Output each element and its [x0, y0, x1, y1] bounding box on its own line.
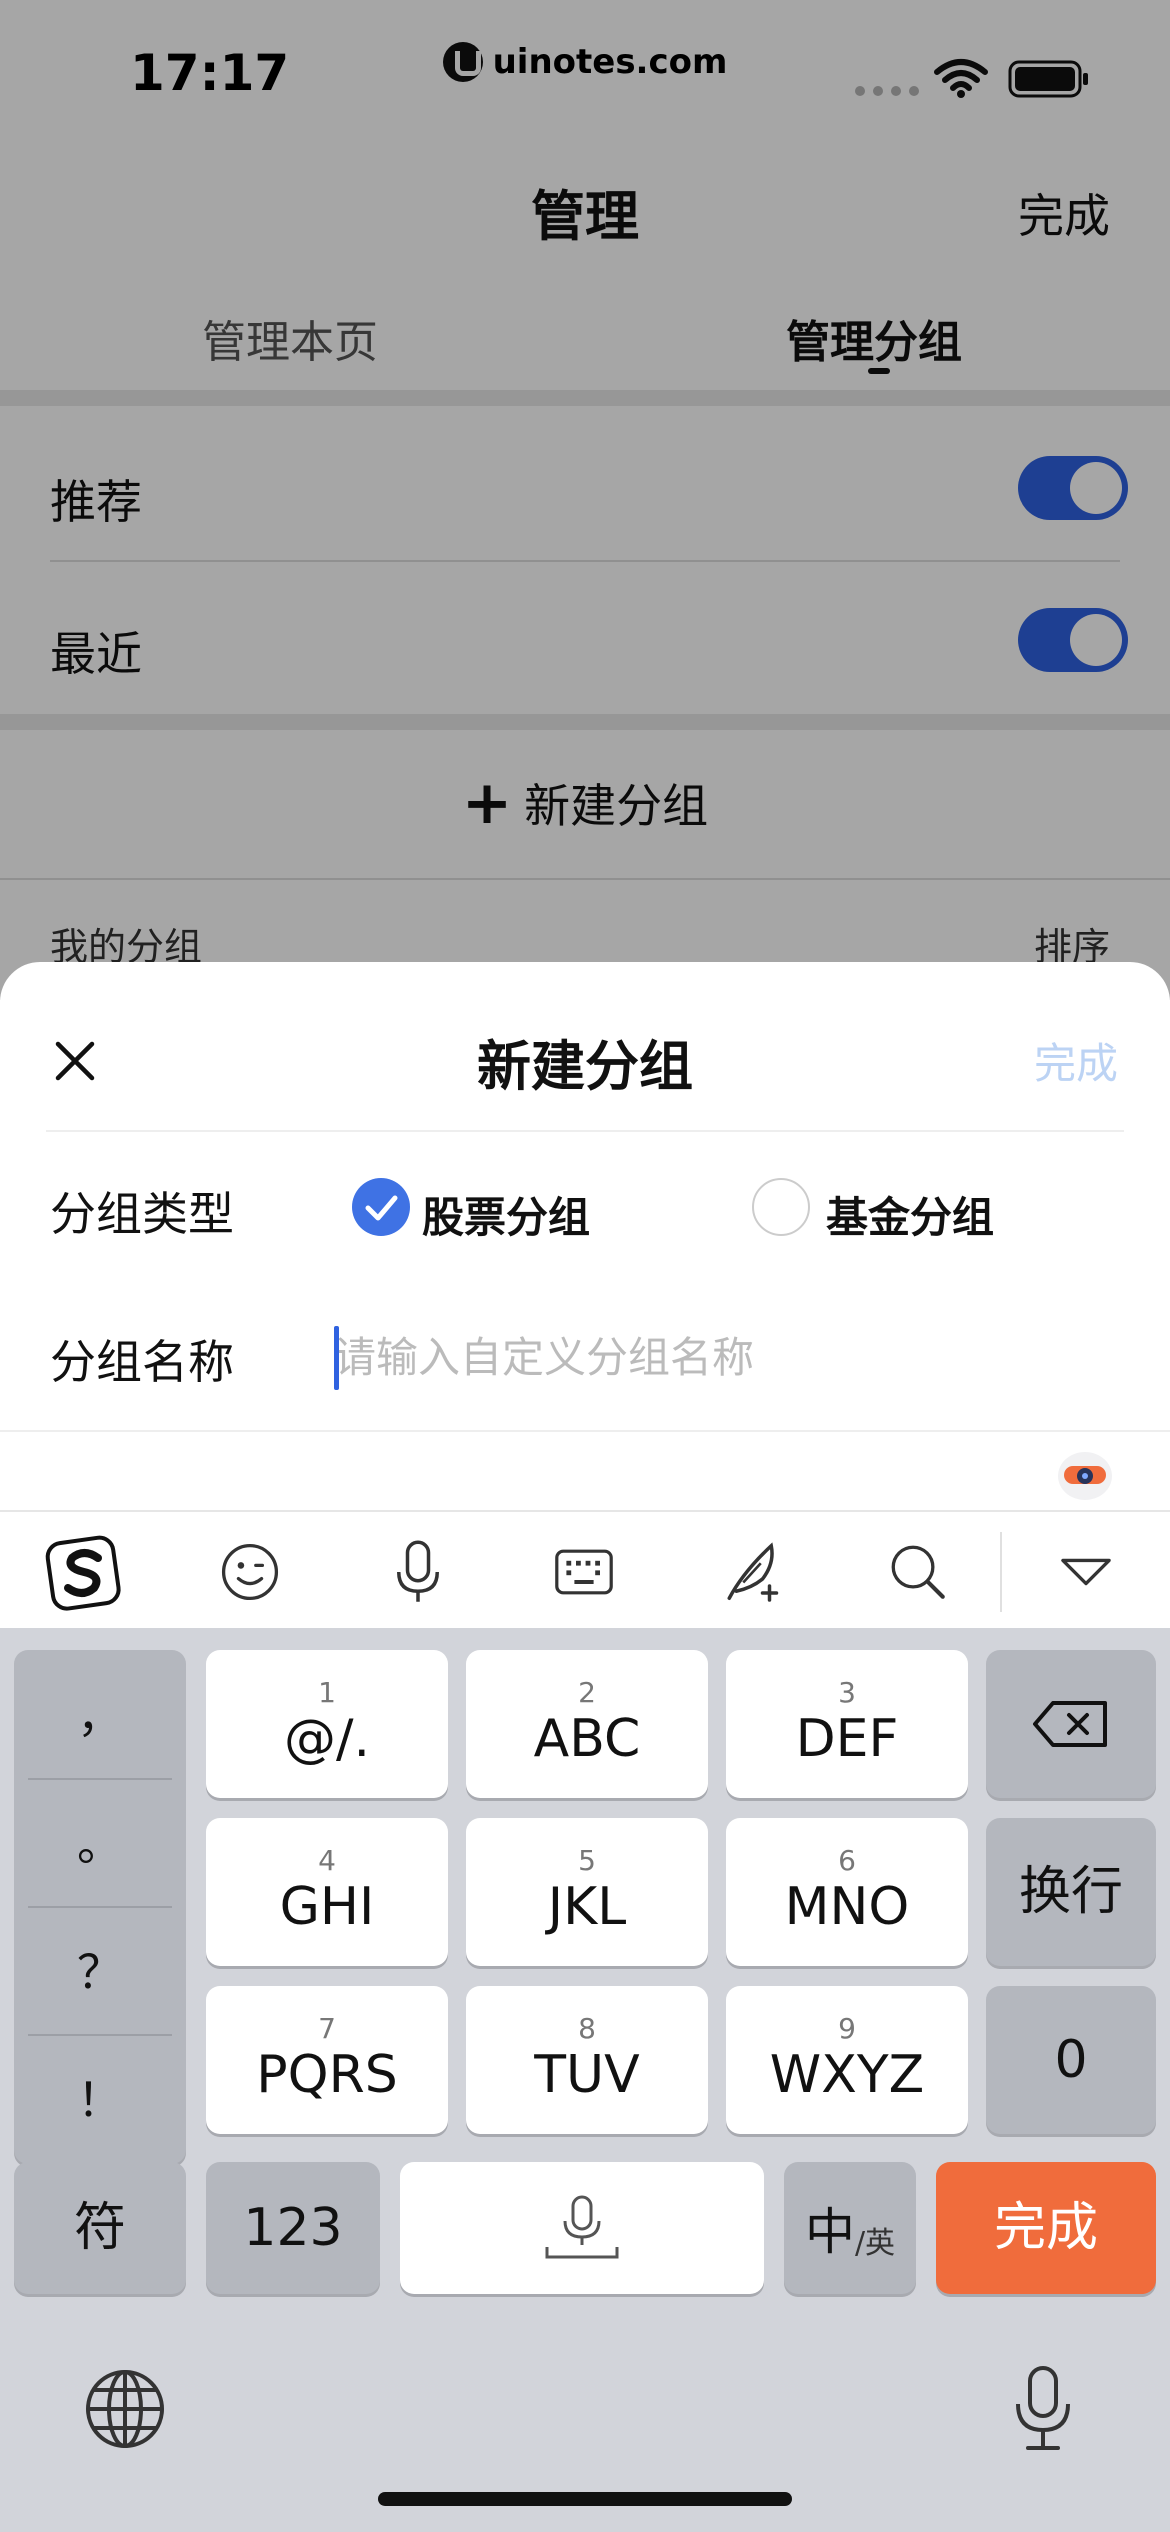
key-1[interactable]: 1 @/. — [206, 1650, 448, 1798]
keyboard-icon[interactable] — [544, 1532, 624, 1612]
key-9[interactable]: 9 WXYZ — [726, 1986, 968, 2134]
key-label: JKL — [547, 1877, 627, 1937]
fund-group-radio[interactable] — [752, 1178, 810, 1236]
group-type-label: 分组类型 — [50, 1187, 234, 1241]
key-7[interactable]: 7 PQRS — [206, 1986, 448, 2134]
collapse-icon[interactable] — [1046, 1532, 1126, 1612]
backspace-icon — [1033, 1701, 1107, 1747]
key-label: 符 — [73, 2198, 126, 2258]
key-number: 2 — [578, 1676, 596, 1709]
emoji-icon[interactable] — [210, 1532, 290, 1612]
key-number: 6 — [838, 1844, 856, 1877]
checkmark-icon — [365, 1195, 398, 1221]
key-label: WXYZ — [769, 2045, 925, 2105]
group-name-label: 分组名称 — [50, 1335, 234, 1389]
language-main: 中 — [804, 2203, 855, 2261]
punct-question-key[interactable]: ？ — [14, 1906, 186, 2032]
key-label: 0 — [1054, 2030, 1088, 2090]
punct-comma-key[interactable]: ， — [14, 1650, 186, 1776]
language-switch-key[interactable]: 中 /英 — [784, 2162, 916, 2294]
key-label: ABC — [533, 1709, 641, 1769]
key-number: 7 — [318, 2012, 336, 2045]
key-2[interactable]: 2 ABC — [466, 1650, 708, 1798]
keyboard: ， 。 ？ ！ 1 @/. 2 ABC 3 DEF 4 GHI 5 JKL 6 … — [0, 1628, 1170, 2532]
key-number: 4 — [318, 1844, 336, 1877]
language-sub: /英 — [854, 2226, 896, 2261]
text-caret — [334, 1326, 339, 1390]
key-8[interactable]: 8 TUV — [466, 1986, 708, 2134]
key-number: 8 — [578, 2012, 596, 2045]
key-label: TUV — [534, 2045, 640, 2105]
key-3[interactable]: 3 DEF — [726, 1650, 968, 1798]
sheet-title: 新建分组 — [477, 1035, 693, 1098]
key-label: 换行 — [1018, 1862, 1123, 1922]
space-key[interactable] — [400, 2162, 764, 2294]
dictation-mic-icon[interactable] — [1008, 2364, 1078, 2454]
numeric-key[interactable]: 123 — [206, 2162, 380, 2294]
globe-icon[interactable] — [84, 2368, 166, 2450]
key-label: PQRS — [256, 2045, 398, 2105]
toolbar-separator — [1000, 1532, 1002, 1612]
key-label: MNO — [784, 1877, 910, 1937]
keyboard-done-key[interactable]: 完成 — [936, 2162, 1156, 2294]
punct-exclaim-key[interactable]: ！ — [14, 2034, 186, 2160]
space-mic-icon — [545, 2195, 619, 2259]
fund-group-label[interactable]: 基金分组 — [826, 1184, 994, 1245]
key-number: 9 — [838, 2012, 856, 2045]
voice-icon[interactable] — [378, 1532, 458, 1612]
keyboard-toolbar — [0, 1510, 1170, 1628]
key-4[interactable]: 4 GHI — [206, 1818, 448, 1966]
backspace-key[interactable] — [986, 1650, 1156, 1798]
symbol-key[interactable]: 符 — [14, 2162, 186, 2294]
key-5[interactable]: 5 JKL — [466, 1818, 708, 1966]
group-name-input[interactable] — [334, 1322, 1114, 1392]
key-0[interactable]: 0 — [986, 1986, 1156, 2134]
modal-backdrop[interactable] — [0, 0, 1170, 1000]
home-indicator[interactable] — [378, 2492, 792, 2506]
handwriting-icon[interactable] — [712, 1532, 792, 1612]
new-group-sheet: 新建分组 完成 分组类型 股票分组 基金分组 分组名称 — [0, 962, 1170, 1510]
key-6[interactable]: 6 MNO — [726, 1818, 968, 1966]
key-label: 123 — [243, 2198, 343, 2258]
key-label: GHI — [279, 1877, 375, 1937]
key-number: 5 — [578, 1844, 596, 1877]
sheet-done-button[interactable]: 完成 — [1034, 1030, 1118, 1091]
key-number: 1 — [318, 1676, 336, 1709]
newline-key[interactable]: 换行 — [986, 1818, 1156, 1966]
sogou-logo-icon[interactable] — [44, 1532, 124, 1612]
key-label: @/. — [283, 1709, 371, 1769]
key-label: DEF — [795, 1709, 899, 1769]
key-label: 完成 — [993, 2198, 1098, 2258]
stock-group-label[interactable]: 股票分组 — [422, 1184, 590, 1245]
punctuation-panel: ， 。 ？ ！ — [14, 1650, 186, 2164]
sheet-divider — [46, 1130, 1124, 1132]
key-number: 3 — [838, 1676, 856, 1709]
mascot-icon[interactable] — [1054, 1444, 1116, 1502]
punct-period-key[interactable]: 。 — [14, 1778, 186, 1904]
search-icon[interactable] — [878, 1532, 958, 1612]
sheet-divider — [0, 1430, 1170, 1432]
stock-group-radio[interactable] — [352, 1178, 410, 1236]
